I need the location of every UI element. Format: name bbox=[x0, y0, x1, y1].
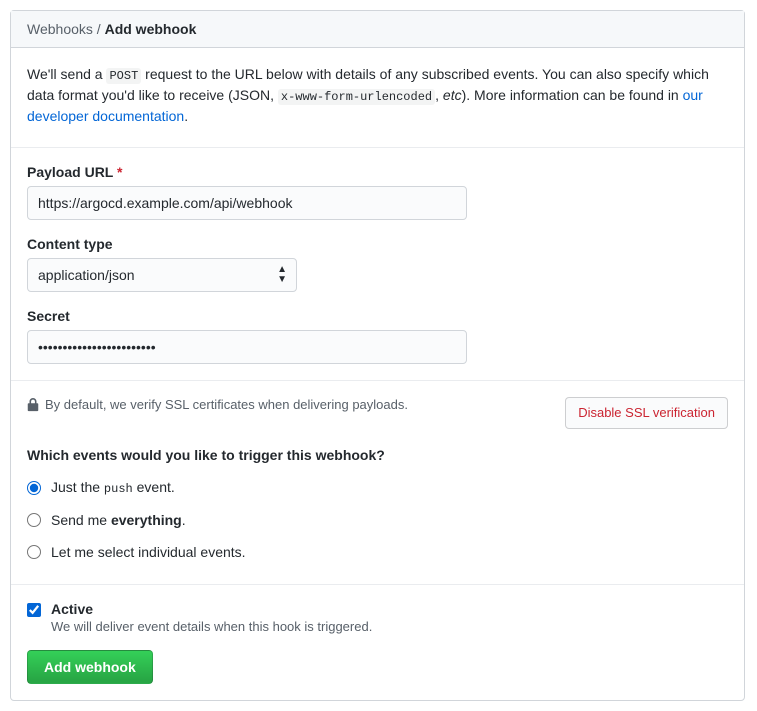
active-checkbox[interactable] bbox=[27, 603, 41, 617]
payload-url-group: Payload URL * bbox=[27, 164, 728, 220]
intro-text: We'll send a POST request to the URL bel… bbox=[27, 64, 728, 127]
events-question: Which events would you like to trigger t… bbox=[27, 447, 728, 463]
breadcrumb: Webhooks / Add webhook bbox=[11, 11, 744, 48]
secret-input[interactable] bbox=[27, 330, 467, 364]
ssl-row: By default, we verify SSL certificates w… bbox=[27, 397, 728, 429]
content-type-label: Content type bbox=[27, 236, 728, 252]
active-desc: We will deliver event details when this … bbox=[51, 619, 372, 634]
required-asterisk: * bbox=[117, 164, 122, 180]
form-section: Payload URL * Content type application/j… bbox=[11, 147, 744, 380]
active-row[interactable]: Active We will deliver event details whe… bbox=[27, 601, 728, 634]
breadcrumb-parent[interactable]: Webhooks bbox=[27, 21, 93, 37]
breadcrumb-separator: / bbox=[93, 21, 105, 37]
radio-push[interactable]: Just the push event. bbox=[27, 471, 728, 504]
secret-group: Secret bbox=[27, 308, 728, 364]
secret-label: Secret bbox=[27, 308, 728, 324]
content-type-group: Content type application/json ▲▼ bbox=[27, 236, 728, 292]
breadcrumb-current: Add webhook bbox=[105, 21, 197, 37]
radio-push-input[interactable] bbox=[27, 481, 41, 495]
content-type-select[interactable]: application/json bbox=[27, 258, 297, 292]
add-webhook-button[interactable]: Add webhook bbox=[27, 650, 153, 684]
radio-individual[interactable]: Let me select individual events. bbox=[27, 536, 728, 568]
intro-section: We'll send a POST request to the URL bel… bbox=[11, 48, 744, 147]
webhook-panel: Webhooks / Add webhook We'll send a POST… bbox=[10, 10, 745, 701]
payload-url-label: Payload URL * bbox=[27, 164, 728, 180]
radio-everything[interactable]: Send me everything. bbox=[27, 504, 728, 536]
active-label: Active bbox=[51, 601, 93, 617]
radio-individual-input[interactable] bbox=[27, 545, 41, 559]
ssl-events-section: By default, we verify SSL certificates w… bbox=[11, 380, 744, 584]
radio-everything-input[interactable] bbox=[27, 513, 41, 527]
urlencoded-code: x-www-form-urlencoded bbox=[278, 89, 435, 105]
disable-ssl-button[interactable]: Disable SSL verification bbox=[565, 397, 728, 429]
lock-icon bbox=[27, 398, 39, 412]
ssl-note: By default, we verify SSL certificates w… bbox=[27, 397, 408, 412]
active-section: Active We will deliver event details whe… bbox=[11, 584, 744, 700]
post-code: POST bbox=[106, 68, 141, 84]
payload-url-input[interactable] bbox=[27, 186, 467, 220]
